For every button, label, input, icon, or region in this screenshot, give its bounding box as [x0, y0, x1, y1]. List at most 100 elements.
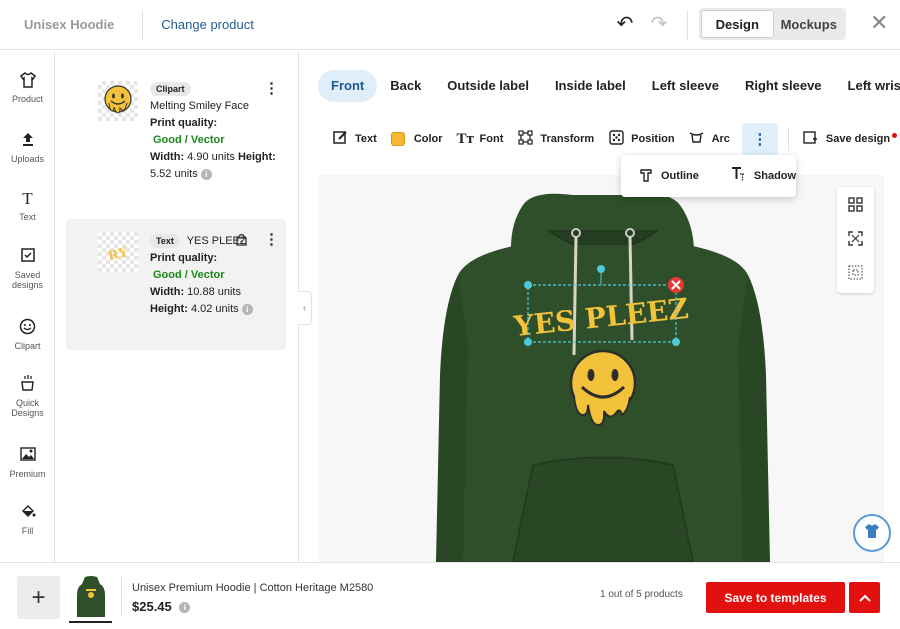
design-canvas[interactable]: YES PLEEZ — [318, 175, 884, 562]
layer-item-clipart[interactable]: Clipart Melting Smiley Face Print qualit… — [66, 69, 286, 209]
divider — [121, 577, 122, 617]
product-thumbnail[interactable] — [69, 573, 112, 623]
rail-item-clipart[interactable]: Clipart — [0, 318, 55, 351]
width-label: Width: — [150, 286, 185, 298]
premium-image-icon — [0, 446, 55, 466]
tab-right-sleeve[interactable]: Right sleeve — [732, 70, 835, 102]
info-icon[interactable]: i — [179, 602, 191, 614]
rotate-handle[interactable] — [597, 265, 605, 273]
layer-item-text[interactable]: RY Text YES PLEEZ Print quality: Good / … — [66, 219, 286, 350]
arc-tool-label: Arc — [711, 133, 730, 145]
rail-item-fill[interactable]: Fill — [0, 503, 55, 536]
bottom-bar: + Unisex Premium Hoodie | Cotton Heritag… — [0, 562, 900, 629]
height-value: 5.52 units — [150, 168, 198, 180]
width-value: 10.88 units — [187, 286, 241, 298]
tab-left-wrist-label: Left wrist — [847, 78, 900, 93]
smiley-icon — [0, 318, 55, 338]
save-design-label: Save design — [825, 133, 891, 145]
print-quality-value: Good / Vector — [153, 134, 225, 146]
tab-back[interactable]: Back — [377, 70, 434, 102]
font-tool-button[interactable]: Tт Font — [457, 131, 504, 148]
change-product-link[interactable]: Change product — [161, 17, 254, 32]
grid-view-icon[interactable] — [837, 187, 874, 221]
rail-item-label: Fill — [21, 526, 34, 536]
undo-icon[interactable]: ↶ — [614, 13, 636, 35]
position-tool-label: Position — [631, 133, 675, 145]
outline-label: Outline — [661, 170, 699, 182]
product-name: Unisex Premium Hoodie | Cotton Heritage … — [132, 582, 374, 594]
saved-designs-icon — [0, 247, 55, 267]
rail-item-label: Saved designs — [11, 270, 44, 290]
transform-tool-label: Transform — [540, 133, 595, 145]
product-title: Unisex Hoodie — [24, 17, 115, 32]
hoodie-mockup: YES PLEEZ — [436, 193, 770, 562]
divider — [687, 10, 688, 40]
upload-icon — [0, 131, 55, 151]
print-area-icon[interactable] — [837, 255, 874, 289]
placement-tabs: Front Back Outside label Inside label Le… — [318, 70, 900, 102]
redo-icon[interactable]: ↷ — [648, 13, 670, 35]
sparkle-icon — [0, 375, 55, 395]
text-tool-label: Text — [355, 133, 377, 145]
layer-type-badge: Clipart — [150, 82, 191, 96]
resize-handle[interactable] — [672, 338, 680, 346]
product-count: 1 out of 5 products — [600, 589, 683, 600]
info-icon[interactable]: i — [241, 303, 253, 315]
layer-thumbnail: RY — [98, 232, 138, 272]
chevron-right-icon[interactable]: › — [866, 78, 871, 94]
resize-handle[interactable] — [524, 281, 532, 289]
lock-icon[interactable] — [236, 233, 247, 249]
notification-dot — [892, 132, 898, 138]
layer-name: Melting Smiley Face — [150, 100, 250, 112]
color-tool-label: Color — [413, 133, 443, 145]
expand-icon[interactable] — [837, 221, 874, 255]
tab-outside-label[interactable]: Outside label — [434, 70, 542, 102]
color-swatch-icon — [390, 132, 405, 146]
tab-front[interactable]: Front — [318, 70, 378, 102]
layer-more-icon[interactable]: ⋮ — [264, 232, 279, 247]
color-tool-button[interactable]: Color — [390, 132, 443, 146]
fill-bucket-icon — [0, 503, 55, 523]
outline-menu-item[interactable]: Outline — [639, 168, 699, 185]
position-icon — [608, 129, 624, 149]
save-to-templates-button[interactable]: Save to templates — [706, 582, 845, 613]
shadow-menu-item[interactable]: Shadow — [731, 167, 796, 185]
position-tool-button[interactable]: Position — [608, 129, 675, 149]
shadow-icon — [731, 167, 746, 185]
rail-item-label: Quick Designs — [11, 398, 44, 418]
rail-item-text[interactable]: T Text — [0, 189, 55, 222]
layer-more-icon[interactable]: ⋮ — [264, 81, 279, 96]
resize-handle[interactable] — [524, 338, 532, 346]
design-mode-button[interactable]: Design — [701, 10, 774, 38]
mockups-mode-button[interactable]: Mockups — [774, 10, 845, 38]
close-icon[interactable]: ✕ — [870, 12, 888, 34]
outline-icon — [639, 168, 653, 185]
transform-tool-button[interactable]: Transform — [517, 129, 595, 149]
tab-left-sleeve[interactable]: Left sleeve — [639, 70, 732, 102]
layer-info: Clipart Melting Smiley Face Print qualit… — [150, 81, 280, 183]
rail-item-label: Product — [11, 94, 44, 104]
chevron-up-icon[interactable] — [849, 582, 880, 613]
tab-inside-label[interactable]: Inside label — [542, 70, 639, 102]
rail-item-saved-designs[interactable]: Saved designs — [0, 247, 55, 290]
info-icon[interactable]: i — [200, 168, 212, 180]
rail-item-product[interactable]: Product — [0, 71, 55, 104]
rail-item-premium[interactable]: Premium — [0, 446, 55, 479]
add-product-button[interactable]: + — [17, 576, 60, 619]
layer-type-badge: Text — [150, 234, 180, 248]
font-icon: Tт — [456, 130, 474, 147]
product-view-button[interactable] — [853, 514, 891, 552]
layer-thumbnail — [98, 81, 138, 121]
more-options-button[interactable]: ⋮ — [741, 123, 778, 155]
width-label: Width: — [150, 151, 185, 163]
text-tool-button[interactable]: Text — [332, 130, 377, 149]
more-options-menu: Outline Shadow — [621, 155, 796, 197]
product-price: $25.45 — [132, 599, 172, 614]
rail-item-quick-designs[interactable]: Quick Designs — [0, 375, 55, 418]
rail-item-uploads[interactable]: Uploads — [0, 131, 55, 164]
height-value: 4.02 units — [190, 303, 239, 315]
shirt-icon — [863, 522, 881, 545]
arc-tool-button[interactable]: Arc — [689, 130, 730, 149]
collapse-panel-button[interactable]: ‹ — [298, 291, 312, 325]
save-design-button[interactable]: Save design — [803, 130, 898, 149]
